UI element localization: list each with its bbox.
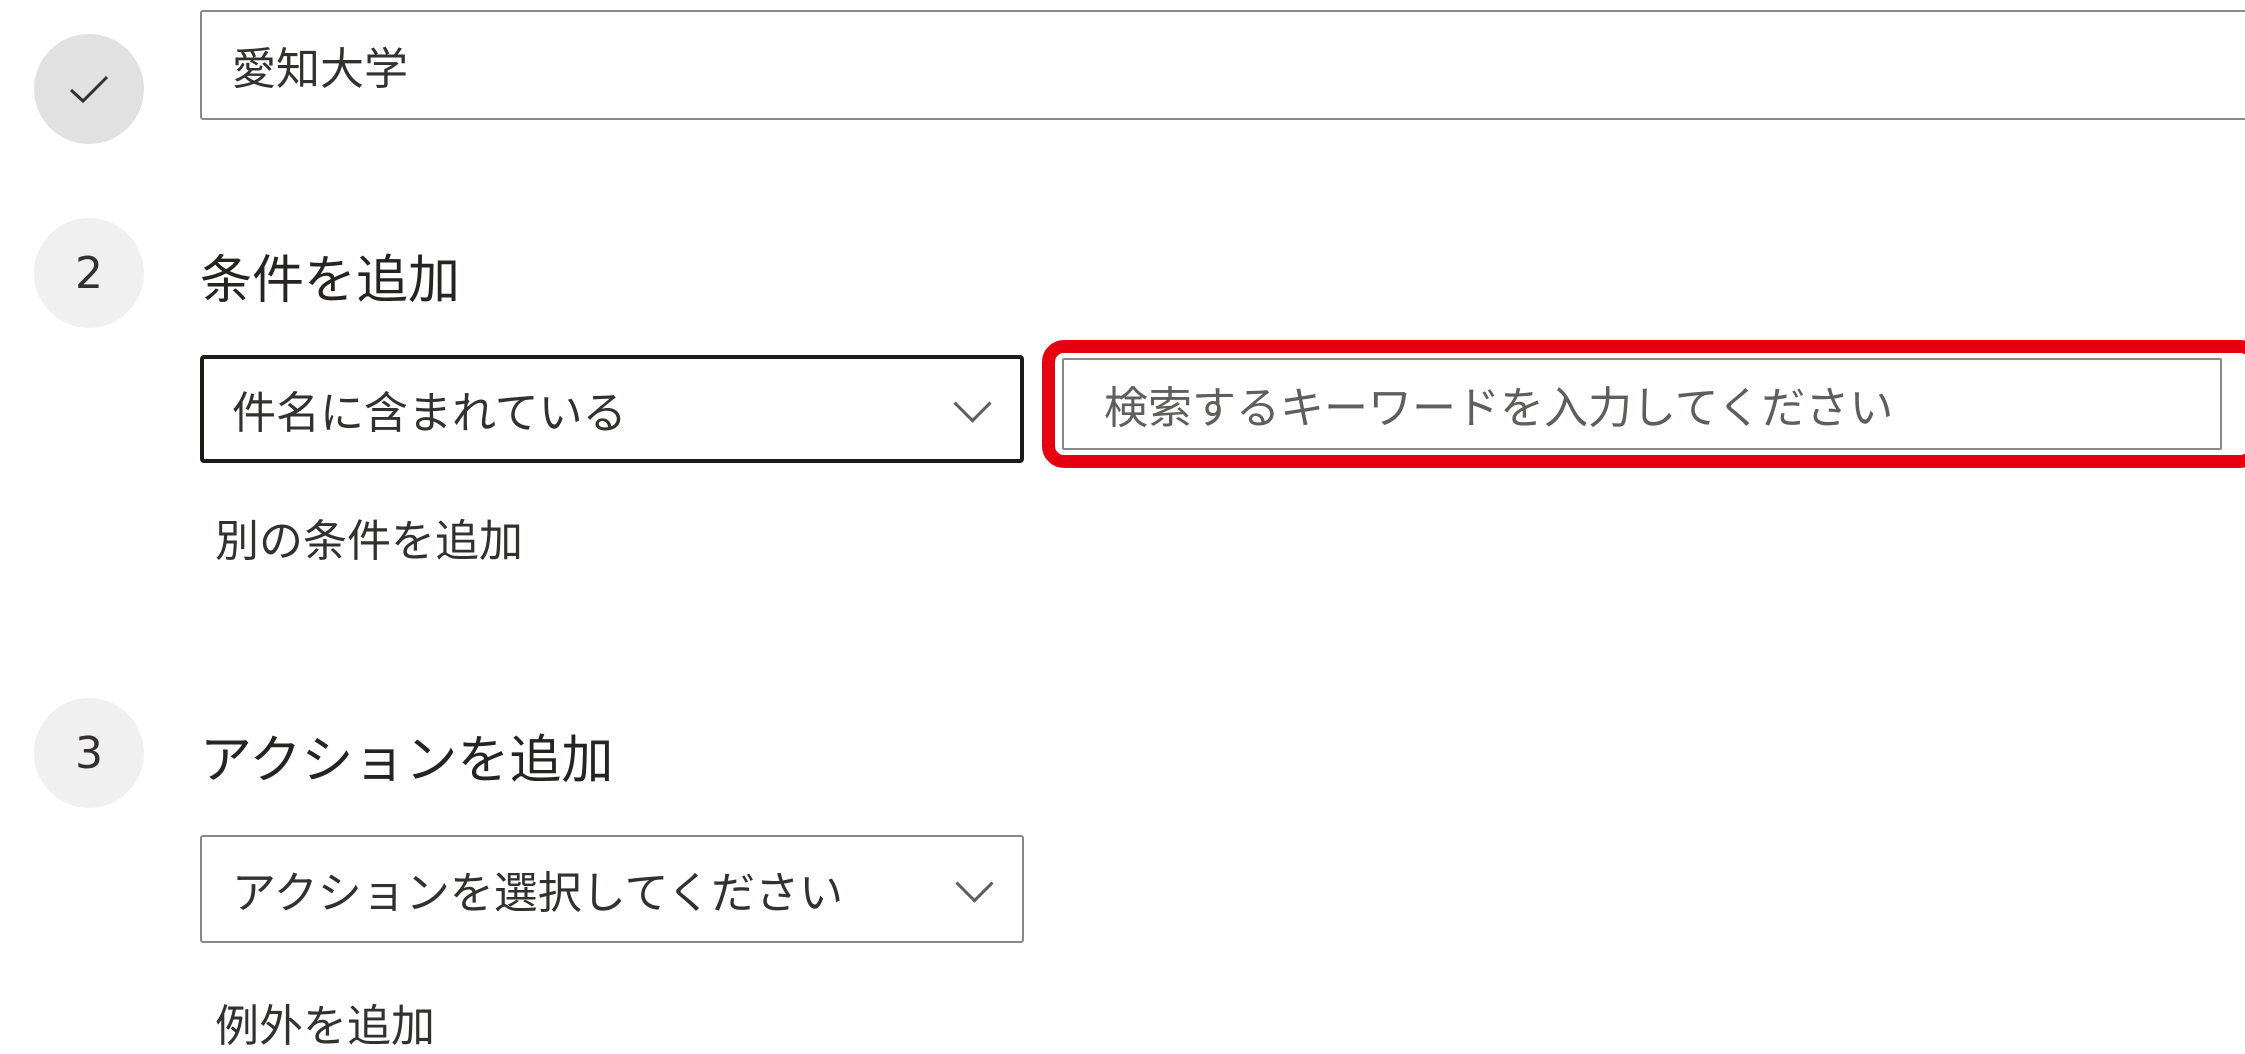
condition-select[interactable]: 件名に含まれている bbox=[200, 355, 1024, 463]
step-2-badge: 2 bbox=[34, 218, 144, 328]
step-1-complete-badge bbox=[34, 34, 144, 144]
rule-name-value: 愛知大学 bbox=[232, 44, 408, 95]
chevron-down-icon bbox=[955, 864, 994, 903]
keyword-input[interactable]: 検索するキーワードを入力してください bbox=[1062, 358, 2222, 450]
keyword-input-placeholder: 検索するキーワードを入力してください bbox=[1104, 383, 1894, 434]
chevron-down-icon bbox=[953, 384, 992, 423]
add-another-condition-link[interactable]: 別の条件を追加 bbox=[215, 505, 523, 569]
add-condition-heading: 条件を追加 bbox=[200, 251, 461, 311]
action-select-value: アクションを選択してください bbox=[232, 868, 844, 919]
action-select[interactable]: アクションを選択してください bbox=[200, 835, 1024, 943]
add-exception-link[interactable]: 例外を追加 bbox=[215, 990, 435, 1054]
step-3-badge: 3 bbox=[34, 698, 144, 808]
condition-select-value: 件名に含まれている bbox=[232, 388, 627, 439]
rule-name-input[interactable]: 愛知大学 bbox=[200, 10, 2245, 120]
add-action-heading: アクションを追加 bbox=[200, 731, 614, 791]
check-icon bbox=[69, 75, 109, 104]
step-2-number: 2 bbox=[75, 247, 103, 299]
step-3-number: 3 bbox=[75, 727, 103, 779]
